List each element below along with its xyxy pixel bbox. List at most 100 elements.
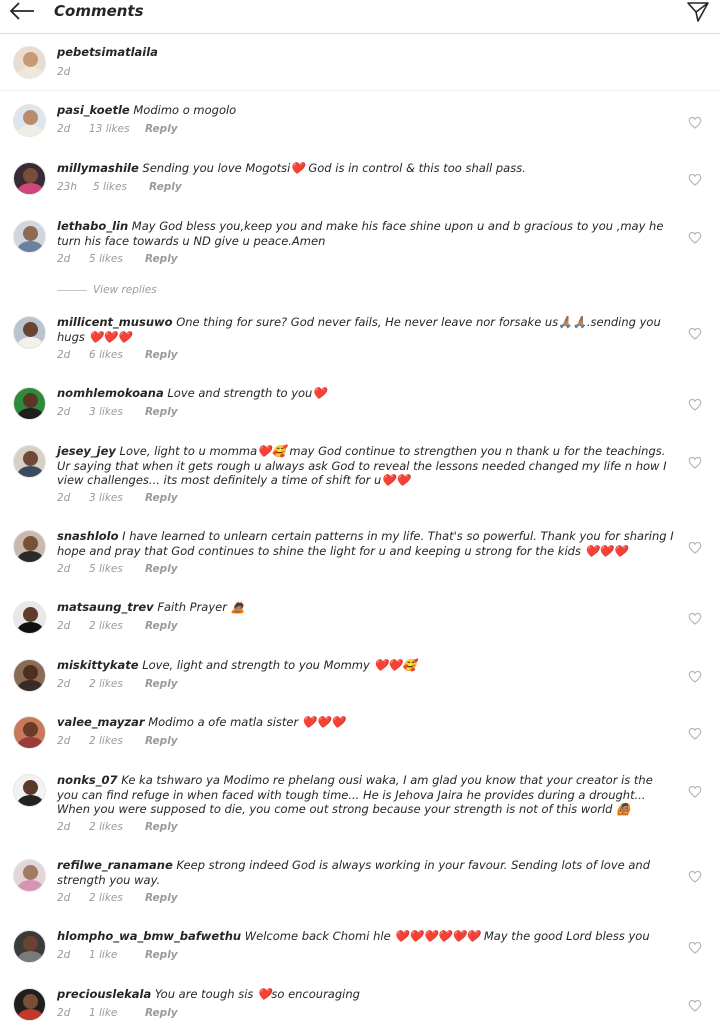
reply-button[interactable]: Reply <box>145 563 178 575</box>
reply-button[interactable]: Reply <box>145 349 178 361</box>
like-button[interactable] <box>688 229 702 244</box>
heart-outline-icon <box>688 670 702 683</box>
like-button[interactable] <box>688 668 702 683</box>
comment-time: 2d <box>57 821 71 833</box>
like-count[interactable]: 13 likes <box>89 123 131 135</box>
avatar[interactable] <box>13 930 46 963</box>
reply-button[interactable]: Reply <box>145 949 178 961</box>
like-count[interactable]: 5 likes <box>89 563 131 575</box>
avatar[interactable] <box>13 316 46 349</box>
heart-outline-icon <box>688 785 702 798</box>
comment-text: Faith Prayer 🙇🏽 <box>157 600 245 614</box>
heart-outline-icon <box>688 541 702 554</box>
avatar[interactable] <box>13 530 46 563</box>
avatar[interactable] <box>13 104 46 137</box>
avatar[interactable] <box>13 716 46 749</box>
avatar[interactable] <box>13 220 46 253</box>
reply-button[interactable]: Reply <box>145 492 178 504</box>
like-count[interactable]: 1 like <box>89 949 131 961</box>
avatar[interactable] <box>13 988 46 1021</box>
like-button[interactable] <box>688 396 702 411</box>
caption-time: 2d <box>57 66 71 78</box>
comment-time: 2d <box>57 253 71 265</box>
like-button[interactable] <box>688 725 702 740</box>
like-count[interactable]: 3 likes <box>89 492 131 504</box>
comment-text: Ke ka tshwaro ya Modimo re phelang ousi … <box>57 773 653 817</box>
like-count[interactable]: 2 likes <box>89 892 131 904</box>
comment-username[interactable]: preciouslekala <box>57 987 151 1001</box>
like-button[interactable] <box>688 114 702 129</box>
caption-row: pebetsimatlaila 2d <box>0 35 720 91</box>
reply-button[interactable]: Reply <box>145 123 178 135</box>
comment-time: 2d <box>57 735 71 747</box>
caption-username[interactable]: pebetsimatlaila <box>57 45 158 59</box>
avatar[interactable] <box>13 46 46 79</box>
like-count[interactable]: 5 likes <box>93 181 135 193</box>
comment-text: Modimo o mogolo <box>133 103 237 117</box>
like-count[interactable]: 2 likes <box>89 620 131 632</box>
like-count[interactable]: 5 likes <box>89 253 131 265</box>
comment-username[interactable]: nomhlemokoana <box>57 386 164 400</box>
reply-button[interactable]: Reply <box>149 181 182 193</box>
comment-username[interactable]: millicent_musuwo <box>57 315 173 329</box>
comment-username[interactable]: lethabo_lin <box>57 219 128 233</box>
avatar[interactable] <box>13 387 46 420</box>
like-button[interactable] <box>688 610 702 625</box>
comment-text: May God bless you,keep you and make his … <box>57 219 664 248</box>
heart-outline-icon <box>688 398 702 411</box>
reply-button[interactable]: Reply <box>145 678 178 690</box>
avatar[interactable] <box>13 859 46 892</box>
like-button[interactable] <box>688 868 702 883</box>
like-button[interactable] <box>688 325 702 340</box>
arrow-left-icon <box>9 2 34 20</box>
avatar[interactable] <box>13 659 46 692</box>
avatar[interactable] <box>13 445 46 478</box>
like-button[interactable] <box>688 939 702 954</box>
comment-username[interactable]: hlompho_wa_bmw_bafwethu <box>57 929 241 943</box>
back-button[interactable] <box>8 0 38 26</box>
comment-username[interactable]: nonks_07 <box>57 773 118 787</box>
like-count[interactable]: 2 likes <box>89 821 131 833</box>
like-button[interactable] <box>688 539 702 554</box>
comment-text: I have learned to unlearn certain patter… <box>57 529 674 558</box>
like-button[interactable] <box>688 783 702 798</box>
comment-username[interactable]: matsaung_trev <box>57 600 154 614</box>
reply-button[interactable]: Reply <box>145 620 178 632</box>
heart-outline-icon <box>688 941 702 954</box>
like-count[interactable]: 6 likes <box>89 349 131 361</box>
like-count[interactable]: 2 likes <box>89 735 131 747</box>
paper-plane-icon <box>687 2 709 22</box>
comment-time: 23h <box>57 181 78 193</box>
avatar[interactable] <box>13 774 46 807</box>
comment-time: 2d <box>57 123 71 135</box>
avatar[interactable] <box>13 162 46 195</box>
comment-time: 2d <box>57 678 71 690</box>
reply-button[interactable]: Reply <box>145 253 178 265</box>
heart-outline-icon <box>688 327 702 340</box>
reply-button[interactable]: Reply <box>145 406 178 418</box>
comment-username[interactable]: valee_mayzar <box>57 715 145 729</box>
view-replies-link[interactable]: View replies <box>57 284 157 296</box>
reply-button[interactable]: Reply <box>145 735 178 747</box>
like-count[interactable]: 1 like <box>89 1007 131 1019</box>
comment-username[interactable]: snashlolo <box>57 529 119 543</box>
share-button[interactable] <box>684 0 712 26</box>
page-title: Comments <box>54 2 144 20</box>
like-button[interactable] <box>688 454 702 469</box>
like-button[interactable] <box>688 997 702 1012</box>
comment-username[interactable]: jesey_jey <box>57 444 116 458</box>
heart-outline-icon <box>688 999 702 1012</box>
comment-username[interactable]: millymashile <box>57 161 139 175</box>
like-count[interactable]: 3 likes <box>89 406 131 418</box>
reply-button[interactable]: Reply <box>145 892 178 904</box>
reply-button[interactable]: Reply <box>145 1007 178 1019</box>
like-count[interactable]: 2 likes <box>89 678 131 690</box>
like-button[interactable] <box>688 171 702 186</box>
comment-username[interactable]: miskittykate <box>57 658 139 672</box>
avatar[interactable] <box>13 601 46 634</box>
heart-outline-icon <box>688 173 702 186</box>
comment-username[interactable]: pasi_koetle <box>57 103 130 117</box>
comment-username[interactable]: refilwe_ranamane <box>57 858 173 872</box>
reply-button[interactable]: Reply <box>145 821 178 833</box>
header-bar: Comments <box>0 0 720 34</box>
